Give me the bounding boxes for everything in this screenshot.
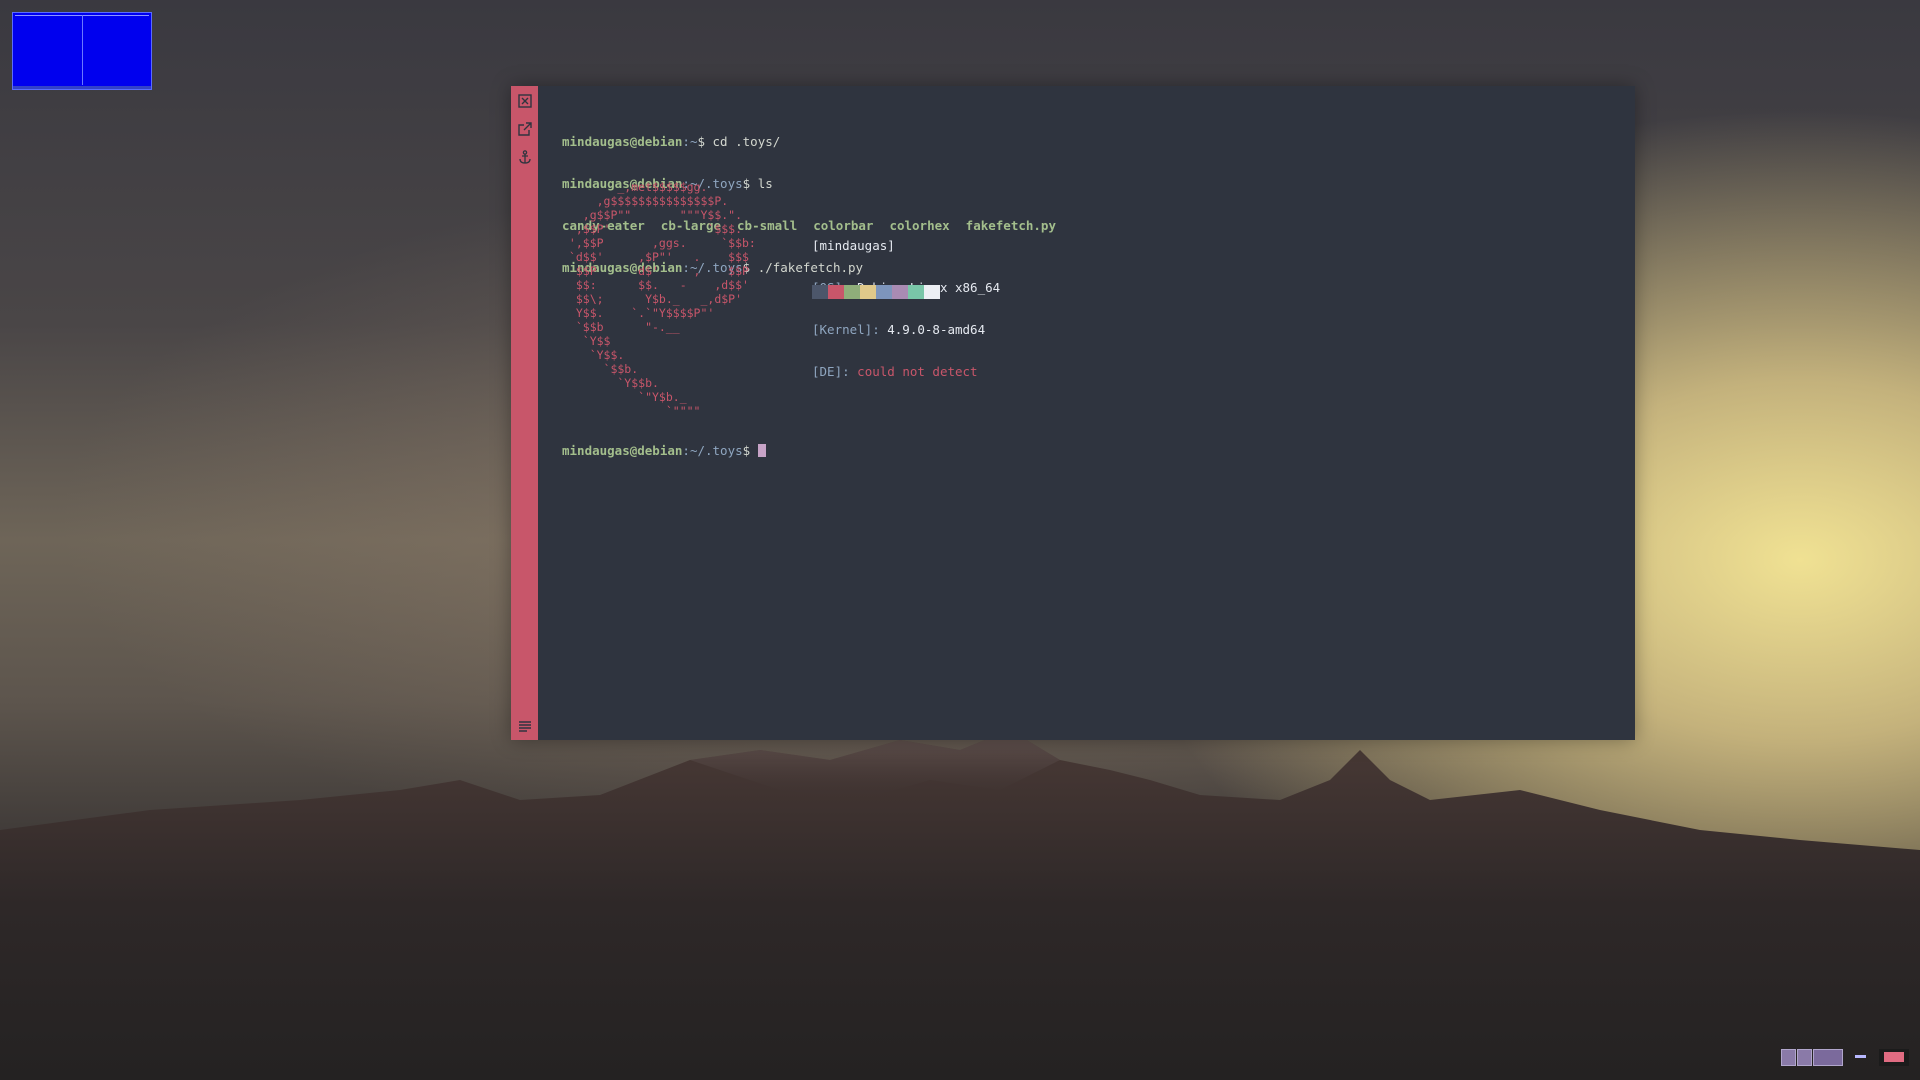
color-swatch xyxy=(828,285,844,299)
color-swatch xyxy=(844,285,860,299)
anchor-icon[interactable] xyxy=(515,147,534,166)
command-text: $ cd .toys/ xyxy=(697,134,781,149)
workspace-indicator-active[interactable] xyxy=(1813,1049,1843,1066)
wallpaper-mountains xyxy=(0,730,1920,1080)
terminal-window[interactable]: mindaugas@debian:~$ cd .toys/ mindaugas@… xyxy=(511,86,1635,740)
command-text: $ xyxy=(742,443,758,458)
external-link-icon[interactable] xyxy=(515,119,534,138)
status-indicator-fill xyxy=(1884,1052,1904,1062)
color-swatch xyxy=(924,285,940,299)
color-swatch xyxy=(876,285,892,299)
current-prompt[interactable]: mindaugas@debian:~/.toys$ xyxy=(562,444,766,458)
menu-icon[interactable] xyxy=(515,716,534,735)
color-swatch xyxy=(812,285,828,299)
close-icon[interactable] xyxy=(515,91,534,110)
prompt-path: :~/.toys xyxy=(682,443,743,458)
color-palette xyxy=(812,285,940,299)
kernel-label: [Kernel]: xyxy=(812,322,880,337)
preview-split xyxy=(82,15,83,85)
debian-ascii-logo: _,met$$$$$gg. ,g$$$$$$$$$$$$$$$P. ,g$$P"… xyxy=(568,180,756,418)
workspace-indicator-2[interactable] xyxy=(1797,1049,1812,1066)
fetch-info: [mindaugas] [OS]: Debian Linux x86_64 [K… xyxy=(812,211,1000,407)
text-cursor xyxy=(757,444,766,457)
window-sidebar xyxy=(511,86,538,740)
prompt-user: mindaugas@debian xyxy=(562,134,683,149)
kernel-value: 4.9.0-8-amd64 xyxy=(879,322,986,337)
minimized-window-indicator[interactable] xyxy=(1855,1055,1866,1058)
workspace-indicator-1[interactable] xyxy=(1781,1049,1796,1066)
color-swatch xyxy=(892,285,908,299)
color-swatch xyxy=(908,285,924,299)
terminal-line: mindaugas@debian:~$ cd .toys/ xyxy=(562,135,1612,149)
de-label: [DE]: xyxy=(812,364,850,379)
status-indicator[interactable] xyxy=(1879,1049,1909,1066)
prompt-path: :~ xyxy=(682,134,698,149)
color-swatch xyxy=(860,285,876,299)
de-value: could not detect xyxy=(849,364,978,379)
terminal-content[interactable]: mindaugas@debian:~$ cd .toys/ mindaugas@… xyxy=(562,107,1612,458)
workspace-preview[interactable] xyxy=(12,12,152,90)
preview-statusbar xyxy=(13,86,151,89)
fetch-user: [mindaugas] xyxy=(812,238,895,253)
prompt-user: mindaugas@debian xyxy=(562,443,683,458)
